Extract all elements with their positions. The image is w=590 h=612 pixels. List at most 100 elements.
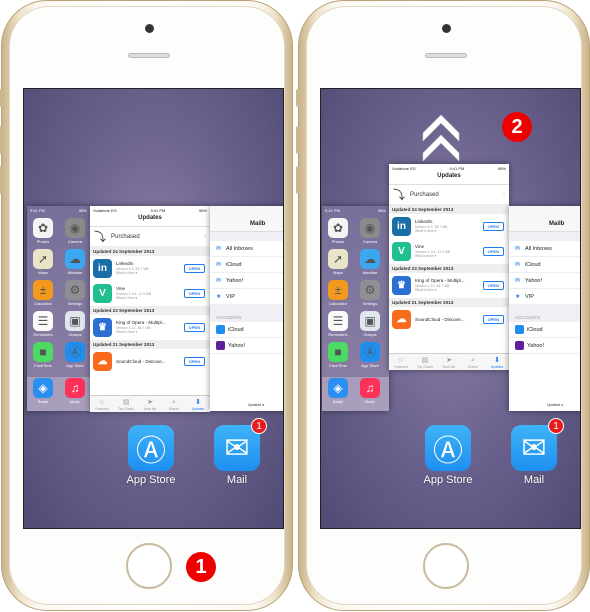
app-label: Reminders xyxy=(328,332,348,337)
mail-card[interactable]: Mailb ✉ All Inboxes ✉ iCloud ✉ Yahoo! ★ VIP ACCOU… xyxy=(509,206,580,411)
dock-app-store-icon[interactable]: Ⓐ xyxy=(425,425,471,471)
volume-down-button[interactable] xyxy=(0,166,3,194)
app-store-card[interactable]: Vodafone EG 9:41 PM 98% Updates ⤵ Purchased… xyxy=(389,164,509,370)
app-icon-music[interactable]: ♫ xyxy=(65,378,85,398)
volume-up-button[interactable] xyxy=(296,126,300,154)
app-icon-camera[interactable]: ◉ xyxy=(65,218,85,238)
mailbox-row[interactable]: ✉ All Inboxes xyxy=(210,241,283,257)
tab-updates[interactable]: ⬇ Updates xyxy=(186,396,210,412)
app-icon-maps[interactable]: ➚ xyxy=(33,249,53,269)
app-icon-calculator[interactable]: ± xyxy=(328,280,348,300)
app-icon-app-store[interactable]: Ⓐ xyxy=(65,342,85,362)
account-row[interactable]: iCloud xyxy=(509,322,580,338)
update-row[interactable]: ♛ King of Opera - Multipl... Version 1.12,… xyxy=(389,273,509,298)
mail-card[interactable]: Mailb ✉ All Inboxes ✉ iCloud ✉ Yahoo! ★ VIP ACCOU… xyxy=(210,206,283,411)
tab-top-charts[interactable]: ▤ Top Charts xyxy=(114,396,138,412)
home-button[interactable] xyxy=(126,543,172,589)
update-row[interactable]: in LinkedIn Version 6.2, 28.7 MB What's New… xyxy=(90,256,210,281)
app-icon-weather[interactable]: ☁ xyxy=(360,249,380,269)
whats-new-link[interactable]: What's New ▾ xyxy=(116,296,184,301)
mail-title: Mailb xyxy=(509,206,580,232)
update-row[interactable]: in LinkedIn Version 6.2, 28.7 MB What's New… xyxy=(389,214,509,239)
home-button[interactable] xyxy=(423,543,469,589)
app-label: App Store xyxy=(66,363,84,368)
app-icon-music[interactable]: ♫ xyxy=(360,378,380,398)
tab-updates[interactable]: ⬇ Updates xyxy=(485,354,509,370)
open-button[interactable]: OPEN xyxy=(482,315,504,324)
tab-near-me[interactable]: ➤ Near Me xyxy=(437,354,461,370)
mailbox-label: Yahoo! xyxy=(525,277,543,284)
whats-new-link[interactable]: What's New ▾ xyxy=(415,288,483,293)
account-icon xyxy=(216,341,225,350)
app-icon-app-store[interactable]: Ⓐ xyxy=(360,342,380,362)
update-row[interactable]: V Vine Version 1.3.4, 11.9 MB What's New ▾ O… xyxy=(389,239,509,264)
dock-app-store-icon[interactable]: Ⓐ xyxy=(128,425,174,471)
tab-search[interactable]: ⌕ Search xyxy=(162,396,186,412)
app-icon-weather[interactable]: ☁ xyxy=(65,249,85,269)
app-icon-safari[interactable]: ◈ xyxy=(328,378,348,398)
app-icon-groups[interactable]: ▣ xyxy=(360,311,380,331)
earpiece-speaker xyxy=(425,53,467,58)
account-label: Yahoo! xyxy=(228,342,246,349)
app-label: Photos xyxy=(331,239,345,244)
open-button[interactable]: OPEN xyxy=(183,357,205,366)
update-row[interactable]: ♛ King of Opera - Multipl... Version 1.12,… xyxy=(90,315,210,340)
update-row[interactable]: ☁ SoundCloud - Discove... OPEN xyxy=(90,349,210,374)
status-bar: Vodafone EG 9:41 PM 98% xyxy=(389,164,509,173)
app-icon-safari[interactable]: ◈ xyxy=(33,378,53,398)
tab-featured[interactable]: ☆ Featured xyxy=(90,396,114,412)
app-icon-facetime[interactable]: ■ xyxy=(328,342,348,362)
account-row[interactable]: iCloud xyxy=(210,322,283,338)
open-button[interactable]: OPEN xyxy=(183,323,205,332)
mailbox-row[interactable]: ★ VIP xyxy=(509,289,580,305)
section-header: Updated 23 September 2013 xyxy=(389,264,509,273)
step-number-badge: 2 xyxy=(502,112,532,142)
open-button[interactable]: OPEN xyxy=(183,264,205,273)
app-store-card[interactable]: Vodafone EG 9:41 PM 98% Updates ⤵ Purchased… xyxy=(90,206,210,412)
home-screen-card[interactable]: 9:41 PM 98% ✿ Photos ◉ Camera ➚ Maps ☁ Weather ± Ca… xyxy=(322,206,389,411)
mute-switch[interactable] xyxy=(296,89,300,107)
tab-icon: ▤ xyxy=(421,357,429,364)
mailbox-row[interactable]: ✉ Yahoo! xyxy=(210,273,283,289)
update-row[interactable]: V Vine Version 1.3.4, 11.9 MB What's New ▾ O… xyxy=(90,281,210,306)
tab-search[interactable]: ⌕ Search xyxy=(461,354,485,370)
tab-top-charts[interactable]: ▤ Top Charts xyxy=(413,354,437,370)
tab-featured[interactable]: ☆ Featured xyxy=(389,354,413,370)
app-icon-reminders[interactable]: ☰ xyxy=(328,311,348,331)
open-button[interactable]: OPEN xyxy=(183,289,205,298)
app-icon-settings[interactable]: ⚙ xyxy=(65,280,85,300)
app-icon-groups[interactable]: ▣ xyxy=(65,311,85,331)
app-icon-calculator[interactable]: ± xyxy=(33,280,53,300)
mailbox-row[interactable]: ✉ iCloud xyxy=(509,257,580,273)
app-icon-camera[interactable]: ◉ xyxy=(360,218,380,238)
open-button[interactable]: OPEN xyxy=(482,247,504,256)
whats-new-link[interactable]: What's New ▾ xyxy=(415,229,483,234)
app-icon-photos[interactable]: ✿ xyxy=(33,218,53,238)
tab-near-me[interactable]: ➤ Near Me xyxy=(138,396,162,412)
mailbox-row[interactable]: ★ VIP xyxy=(210,289,283,305)
app-icon-photos[interactable]: ✿ xyxy=(328,218,348,238)
app-icon-settings[interactable]: ⚙ xyxy=(360,280,380,300)
app-name: LinkedIn xyxy=(415,218,433,224)
update-row[interactable]: ☁ SoundCloud - Discove... OPEN xyxy=(389,307,509,332)
inbox-icon: ✉ xyxy=(216,278,222,284)
mute-switch[interactable] xyxy=(0,89,3,107)
home-screen-card[interactable]: 9:41 PM 98% ✿ Photos ◉ Camera ➚ Maps ☁ Weather ± Ca… xyxy=(27,206,90,411)
mailbox-row[interactable]: ✉ Yahoo! xyxy=(509,273,580,289)
whats-new-link[interactable]: What's New ▾ xyxy=(116,330,184,335)
mailbox-row[interactable]: ✉ All Inboxes xyxy=(509,241,580,257)
volume-down-button[interactable] xyxy=(296,166,300,194)
whats-new-link[interactable]: What's New ▾ xyxy=(415,254,483,259)
account-row[interactable]: Yahoo! xyxy=(509,338,580,354)
whats-new-link[interactable]: What's New ▾ xyxy=(116,271,184,276)
purchased-row[interactable]: ⤵ Purchased › xyxy=(389,185,509,205)
open-button[interactable]: OPEN xyxy=(482,281,504,290)
app-icon-facetime[interactable]: ■ xyxy=(33,342,53,362)
account-row[interactable]: Yahoo! xyxy=(210,338,283,354)
open-button[interactable]: OPEN xyxy=(482,222,504,231)
app-icon-maps[interactable]: ➚ xyxy=(328,249,348,269)
purchased-row[interactable]: ⤵ Purchased › xyxy=(90,227,210,247)
app-icon-reminders[interactable]: ☰ xyxy=(33,311,53,331)
volume-up-button[interactable] xyxy=(0,126,3,154)
mailbox-row[interactable]: ✉ iCloud xyxy=(210,257,283,273)
